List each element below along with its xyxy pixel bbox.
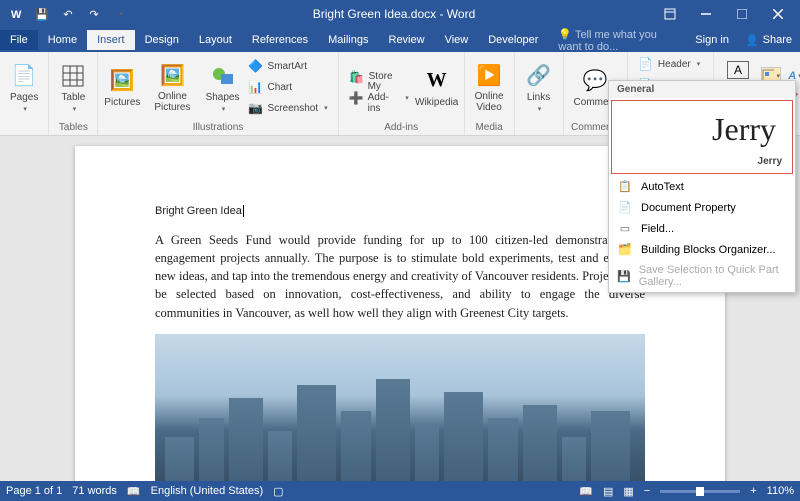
group-illustrations: Illustrations xyxy=(193,120,244,135)
dropdown-section-general: General xyxy=(609,81,795,98)
table-button[interactable]: Table xyxy=(55,60,91,115)
save-button[interactable]: 💾 xyxy=(30,2,54,26)
tab-view[interactable]: View xyxy=(435,30,479,50)
group-tables: Tables xyxy=(59,120,88,135)
view-read-mode[interactable]: 📖 xyxy=(579,485,593,498)
tab-developer[interactable]: Developer xyxy=(478,30,548,50)
tab-file[interactable]: File xyxy=(0,30,38,50)
document-body[interactable]: A Green Seeds Fund would provide funding… xyxy=(155,231,645,322)
status-page[interactable]: Page 1 of 1 xyxy=(6,485,62,497)
links-button[interactable]: 🔗Links xyxy=(521,60,557,115)
zoom-in-button[interactable]: + xyxy=(750,485,756,497)
status-words[interactable]: 71 words xyxy=(72,485,117,497)
signature-label: Jerry xyxy=(752,154,788,169)
save-selection-menu-item: 💾Save Selection to Quick Part Gallery... xyxy=(609,260,795,292)
online-pictures-button[interactable]: 🖼️Online Pictures xyxy=(143,59,201,115)
tab-layout[interactable]: Layout xyxy=(189,30,242,50)
sign-in-link[interactable]: Sign in xyxy=(687,30,737,50)
svg-text:W: W xyxy=(11,9,22,21)
autotext-menu-item[interactable]: 📋AutoText xyxy=(609,176,795,197)
quick-part-jerry[interactable]: Jerry Jerry xyxy=(611,100,793,174)
header-button[interactable]: 📄Header xyxy=(634,54,707,74)
tab-mailings[interactable]: Mailings xyxy=(318,30,378,50)
group-addins: Add-ins xyxy=(384,120,418,135)
close-button[interactable] xyxy=(764,2,792,26)
redo-button[interactable]: ↷ xyxy=(82,2,106,26)
field-menu-item[interactable]: ▭Field... xyxy=(609,218,795,239)
window-title: Bright Green Idea.docx - Word xyxy=(132,7,656,21)
screenshot-button[interactable]: 📷Screenshot xyxy=(244,98,332,118)
qat-customize[interactable] xyxy=(108,2,132,26)
tab-home[interactable]: Home xyxy=(38,30,87,50)
view-print-layout[interactable]: ▤ xyxy=(603,485,613,498)
status-macro-icon[interactable]: ▢ xyxy=(273,485,283,498)
app-icon: W xyxy=(4,2,28,26)
zoom-out-button[interactable]: − xyxy=(644,485,650,497)
view-web-layout[interactable]: ▦ xyxy=(623,485,633,498)
zoom-level[interactable]: 110% xyxy=(767,485,794,497)
signature-image: Jerry xyxy=(700,105,788,154)
wikipedia-button[interactable]: WWikipedia xyxy=(416,65,458,110)
status-language[interactable]: English (United States) xyxy=(151,485,264,497)
tab-insert[interactable]: Insert xyxy=(87,30,135,50)
smartart-button[interactable]: 🔷SmartArt xyxy=(244,56,332,76)
shapes-button[interactable]: Shapes xyxy=(205,60,241,115)
group-media: Media xyxy=(475,120,502,135)
my-addins-button[interactable]: ➕My Add-ins xyxy=(345,88,413,108)
tab-references[interactable]: References xyxy=(242,30,318,50)
minimize-button[interactable] xyxy=(692,2,720,26)
status-proofing-icon[interactable]: 📖 xyxy=(127,485,141,498)
document-title[interactable]: Bright Green Idea xyxy=(155,201,645,219)
maximize-button[interactable] xyxy=(728,2,756,26)
tab-review[interactable]: Review xyxy=(379,30,435,50)
chart-button[interactable]: 📊Chart xyxy=(244,77,332,97)
quick-parts-dropdown: General Jerry Jerry 📋AutoText 📄Document … xyxy=(608,80,796,293)
share-button[interactable]: 👤Share xyxy=(737,30,800,51)
ribbon-options-icon[interactable] xyxy=(656,2,684,26)
pages-button[interactable]: 📄Pages xyxy=(6,60,42,115)
document-property-menu-item[interactable]: 📄Document Property xyxy=(609,197,795,218)
building-blocks-menu-item[interactable]: 🗂️Building Blocks Organizer... xyxy=(609,239,795,260)
zoom-slider[interactable] xyxy=(660,490,740,493)
document-image[interactable] xyxy=(155,334,645,481)
tab-design[interactable]: Design xyxy=(135,30,189,50)
undo-button[interactable]: ↶ xyxy=(56,2,80,26)
pictures-button[interactable]: 🖼️Pictures xyxy=(104,65,140,110)
online-video-button[interactable]: ▶️Online Video xyxy=(471,59,508,115)
